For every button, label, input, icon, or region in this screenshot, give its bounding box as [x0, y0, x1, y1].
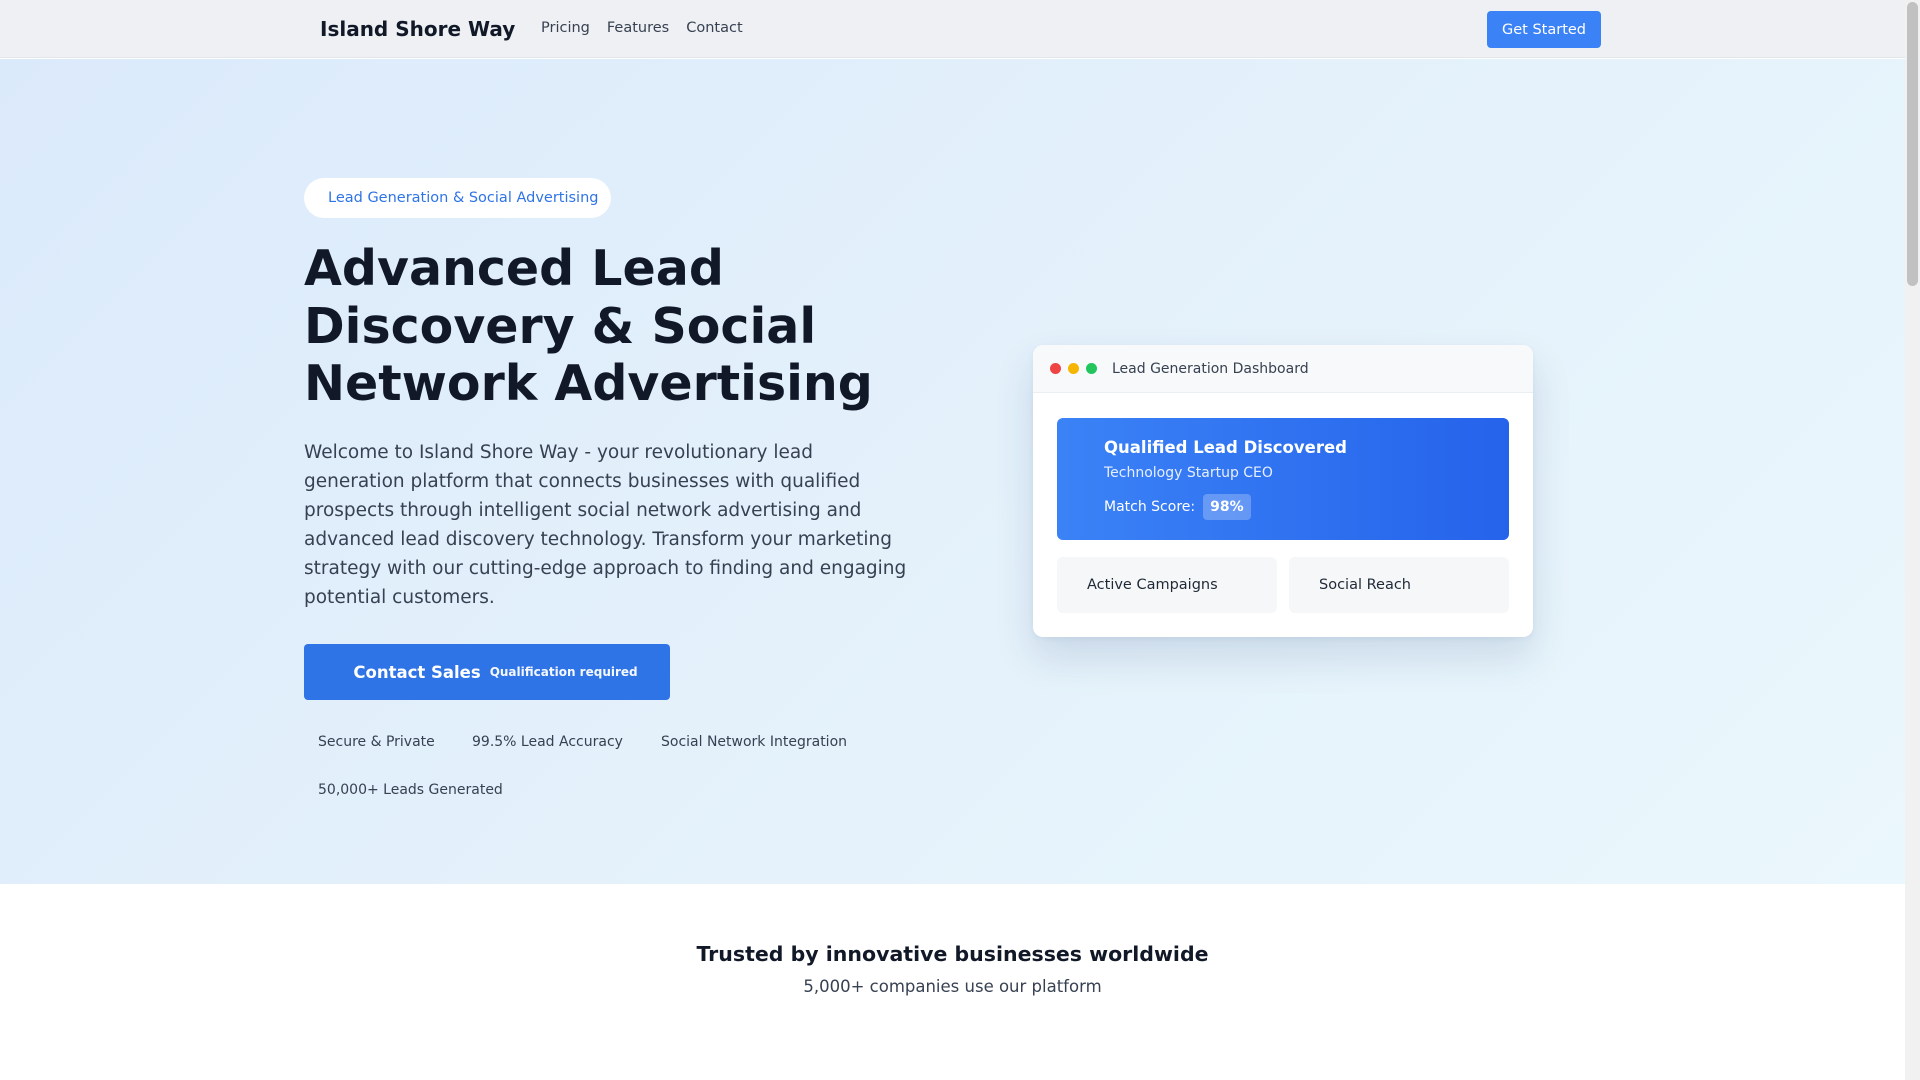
- feature-leads: 50,000+ Leads Generated: [304, 782, 503, 798]
- dashboard-title: Lead Generation Dashboard: [1112, 360, 1309, 377]
- window-dot-red: [1050, 363, 1061, 374]
- nav-link-pricing[interactable]: Pricing: [541, 20, 590, 36]
- trusted-title: Trusted by innovative businesses worldwi…: [696, 942, 1209, 966]
- match-score: Match Score: 98%: [1104, 494, 1251, 520]
- navbar: Island Shore Way Pricing Features Contac…: [0, 0, 1905, 58]
- feature-label: Secure & Private: [318, 734, 435, 750]
- lead-subtitle: Technology Startup CEO: [1104, 465, 1273, 481]
- hero-badge: Lead Generation & Social Advertising: [304, 178, 611, 218]
- company-logo-icon: [691, 1048, 705, 1074]
- hero-title: Advanced Lead Discovery & Social Network…: [304, 240, 944, 413]
- feature-label: Social Network Integration: [661, 734, 848, 750]
- feature-social: Social Network Integration: [647, 734, 847, 750]
- company-logo-icon: [795, 1048, 809, 1074]
- hero-badge-label: Lead Generation & Social Advertising: [328, 190, 599, 206]
- window-dot-green: [1086, 363, 1097, 374]
- stat-active-campaigns: Active Campaigns: [1057, 557, 1277, 613]
- hero-title-line-1: Advanced Lead: [304, 240, 724, 297]
- nav-links: Pricing Features Contact: [541, 20, 743, 36]
- contact-sales-label: Contact Sales: [353, 662, 481, 682]
- stat-label: Social Reach: [1319, 577, 1411, 593]
- hero-section: [0, 59, 1905, 884]
- contact-sales-sublabel: Qualification required: [489, 665, 638, 679]
- feature-label: 99.5% Lead Accuracy: [472, 734, 623, 750]
- hero-title-line-2: Discovery & Social: [304, 297, 817, 355]
- brand-logo-link[interactable]: Island Shore Way: [304, 16, 515, 42]
- feature-accuracy: 99.5% Lead Accuracy: [458, 734, 623, 750]
- nav-link-contact[interactable]: Contact: [686, 20, 742, 36]
- hero-title-line-3: Network Advertising: [304, 355, 873, 412]
- feature-secure: Secure & Private: [304, 734, 435, 750]
- window-dot-yellow: [1068, 363, 1079, 374]
- stat-social-reach: Social Reach: [1289, 557, 1509, 613]
- feature-label: 50,000+ Leads Generated: [318, 782, 503, 798]
- company-logo-icon: [906, 1048, 920, 1074]
- nav-link-features[interactable]: Features: [607, 20, 669, 36]
- company-logo-icon: [1217, 1048, 1231, 1074]
- hero-description: Welcome to Island Shore Way - your revol…: [304, 442, 907, 608]
- company-logo-icon: [1126, 1048, 1140, 1074]
- company-logo-icon: [1016, 1048, 1030, 1074]
- get-started-button[interactable]: Get Started: [1487, 11, 1601, 48]
- match-score-badge: 98%: [1203, 494, 1251, 520]
- brand-name: Island Shore Way: [320, 17, 516, 41]
- scrollbar-thumb[interactable]: [1907, 2, 1918, 286]
- trusted-subtitle: 5,000+ companies use our platform: [803, 977, 1102, 996]
- lead-title: Qualified Lead Discovered: [1104, 438, 1347, 457]
- dashboard-card: Lead Generation Dashboard Qualified Lead…: [1033, 345, 1533, 637]
- contact-sales-button[interactable]: Contact Sales Qualification required: [304, 644, 670, 700]
- dashboard-header: Lead Generation Dashboard: [1033, 345, 1533, 393]
- match-score-label: Match Score:: [1104, 499, 1196, 515]
- stat-label: Active Campaigns: [1087, 577, 1218, 593]
- qualified-lead-card: Qualified Lead Discovered Technology Sta…: [1057, 418, 1509, 540]
